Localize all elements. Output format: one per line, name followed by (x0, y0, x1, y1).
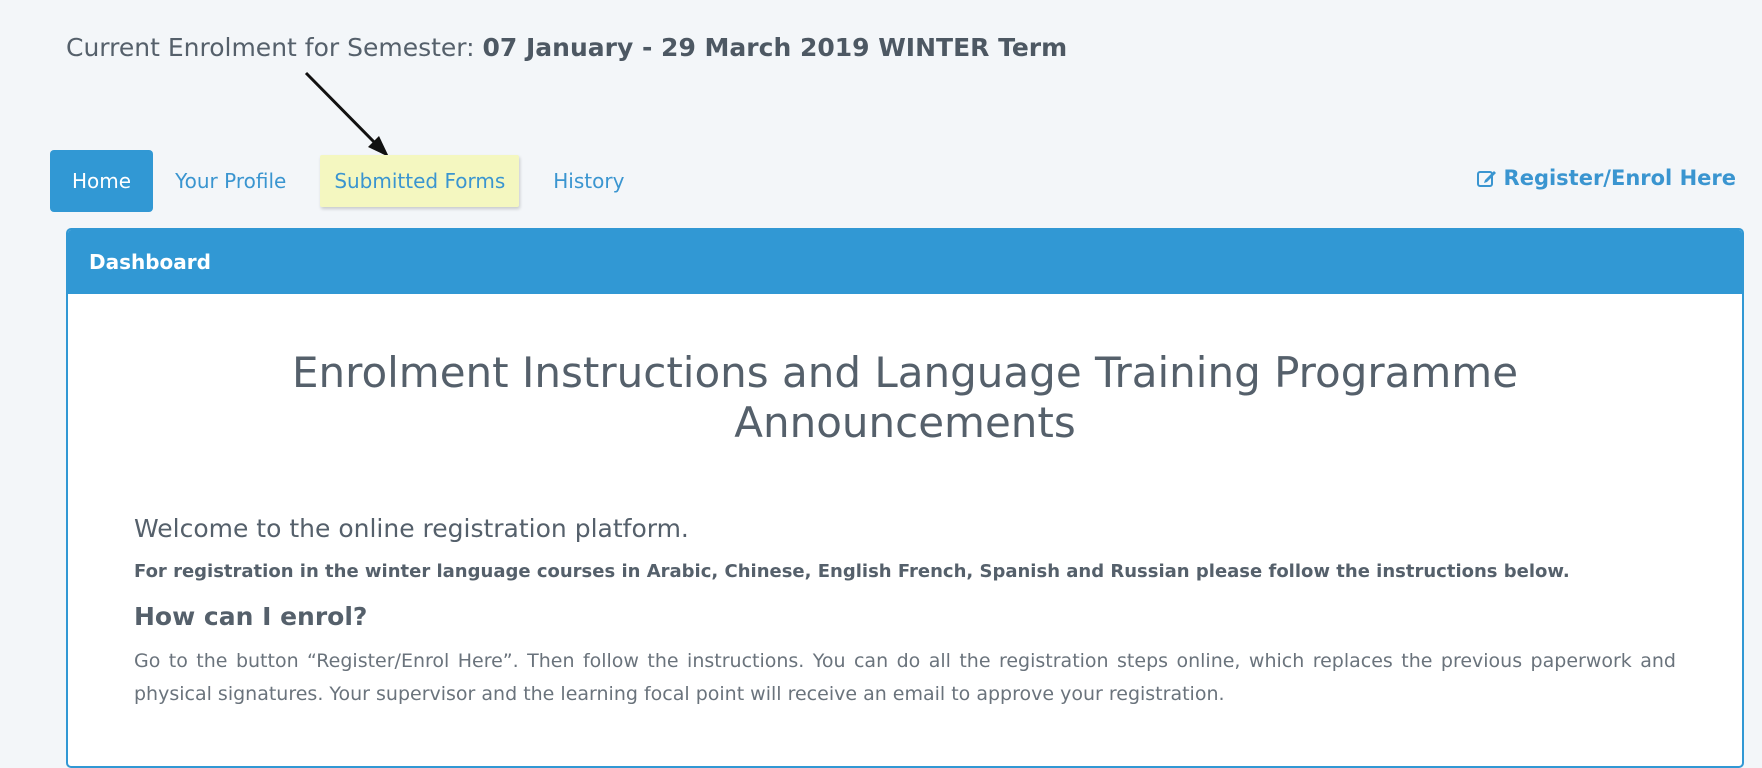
semester-label: Current Enrolment for Semester: (66, 33, 475, 62)
tab-your-profile[interactable]: Your Profile (153, 150, 308, 212)
welcome-text: Welcome to the online registration platf… (134, 514, 689, 543)
instructions-lead: For registration in the winter language … (134, 561, 1570, 582)
panel-body: Enrolment Instructions and Language Trai… (68, 348, 1742, 711)
dashboard-panel: Dashboard Enrolment Instructions and Lan… (66, 228, 1744, 768)
tab-home[interactable]: Home (50, 150, 154, 212)
tab-history[interactable]: History (531, 150, 646, 212)
panel-heading: Dashboard (68, 230, 1742, 294)
edit-icon (1476, 167, 1498, 189)
register-enrol-label: Register/Enrol Here (1503, 166, 1736, 190)
how-to-enrol-text: Go to the button “Register/Enrol Here”. … (134, 650, 1676, 705)
page-title: Enrolment Instructions and Language Trai… (291, 348, 1519, 447)
tab-submitted-forms[interactable]: Submitted Forms (320, 155, 520, 207)
register-enrol-link[interactable]: Register/Enrol Here (1476, 166, 1736, 190)
semester-value: 07 January - 29 March 2019 WINTER Term (482, 33, 1068, 62)
current-semester-line: Current Enrolment for Semester: 07 Janua… (66, 32, 1067, 64)
main-nav: Home Your Profile Submitted Forms Histor… (50, 150, 646, 212)
how-to-enrol-heading: How can I enrol? (134, 602, 368, 631)
